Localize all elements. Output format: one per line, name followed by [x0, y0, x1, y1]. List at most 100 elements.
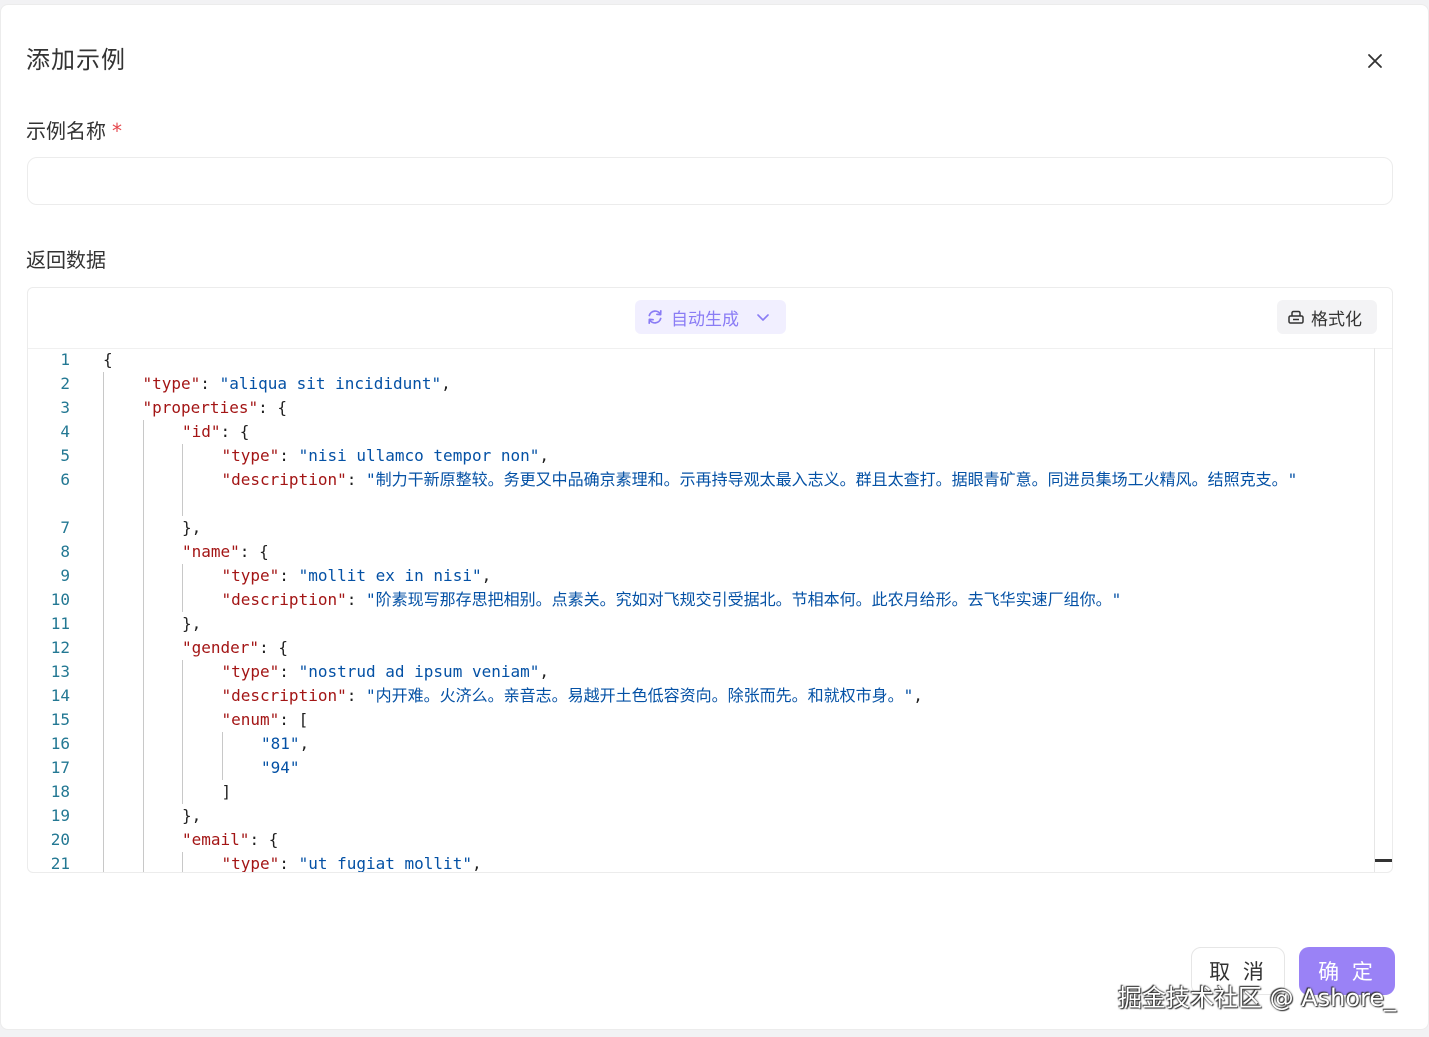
- line-number: 16: [50, 734, 70, 753]
- line-number: 2: [60, 374, 70, 393]
- name-field-label: 示例名称 *: [26, 118, 122, 144]
- indent-guide: [182, 564, 183, 588]
- code-text: "description": "阶素现写那存思把相别。点素关。究如对飞规交引受据…: [222, 588, 1122, 612]
- name-label-text: 示例名称: [26, 119, 106, 143]
- json-string: "nisi ullamco tempor non": [298, 446, 540, 465]
- indent-guide: [103, 804, 104, 828]
- watermark-text: 掘金技术社区 @ Ashore_: [1118, 984, 1397, 1012]
- code-area[interactable]: 1{ 2 "type": "aliqua sit incididunt", 3 "pro…: [28, 348, 1374, 872]
- line-number: 17: [50, 758, 70, 777]
- json-key: "type": [221, 566, 280, 585]
- dialog-title: 添加示例: [26, 46, 126, 74]
- code-line: 15 "enum": [: [28, 708, 1374, 732]
- json-string: "制力干新原整较。务更又中品确京素理和。示再持导观太最入志义。群且太查打。据眼青…: [366, 470, 1298, 489]
- line-number: 1: [60, 350, 70, 369]
- line-number: 13: [50, 662, 70, 681]
- indent-guide: [103, 540, 104, 564]
- json-punctuation: ]: [221, 782, 232, 801]
- indent-guide: [182, 708, 183, 732]
- json-string: "94": [261, 758, 300, 777]
- indent-guide: [142, 756, 144, 780]
- line-number: 11: [50, 614, 70, 633]
- code-line: 16 "81",: [28, 732, 1374, 756]
- indent-guide: [142, 444, 144, 468]
- json-key: "id": [182, 422, 221, 441]
- indent-guide: [103, 396, 104, 420]
- code-line: 5 "type": "nisi ullamco tempor non",: [28, 444, 1374, 468]
- indent-guide: [142, 588, 144, 612]
- json-punctuation: :: [279, 446, 299, 465]
- code-line: 2 "type": "aliqua sit incididunt",: [28, 372, 1374, 396]
- code-text: "description": "制力干新原整较。务更又中品确京素理和。示再持导观…: [222, 468, 1355, 492]
- json-punctuation: ,: [539, 446, 550, 465]
- json-punctuation: :: [279, 566, 299, 585]
- code-line: 12 "gender": {: [28, 636, 1374, 660]
- json-punctuation: ,: [441, 374, 451, 393]
- code-line: 10 "description": "阶素现写那存思把相别。点素关。究如对飞规交引…: [28, 588, 1374, 612]
- indent-guide: [182, 588, 183, 612]
- line-number: 18: [50, 782, 70, 801]
- indent-guide: [182, 444, 183, 468]
- indent-guide: [182, 468, 183, 516]
- required-mark: *: [112, 119, 122, 143]
- return-data-label: 返回数据: [26, 248, 106, 272]
- example-name-input[interactable]: [27, 157, 1393, 205]
- indent-guide: [182, 660, 183, 684]
- code-text: "enum": [: [222, 708, 309, 732]
- json-key: "type": [221, 446, 280, 465]
- json-punctuation: :: [346, 686, 366, 705]
- code-text: "type": "aliqua sit incididunt",: [143, 372, 451, 396]
- json-punctuation: : {: [249, 830, 279, 849]
- indent-guide: [103, 516, 104, 540]
- code-line: 8 "name": {: [28, 540, 1374, 564]
- indent-guide: [103, 420, 104, 444]
- indent-guide: [103, 372, 104, 396]
- format-button[interactable]: 格式化: [1277, 300, 1377, 334]
- scrollbar-thumb[interactable]: [1375, 859, 1392, 862]
- indent-guide: [103, 636, 104, 660]
- indent-guide: [142, 612, 144, 636]
- json-editor[interactable]: 自动生成 格式化 1{ 2 "type": "aliqua sit incididu…: [27, 287, 1393, 873]
- line-number: 14: [50, 686, 70, 705]
- json-punctuation: :: [200, 374, 220, 393]
- format-label: 格式化: [1311, 309, 1362, 330]
- auto-generate-label: 自动生成: [671, 309, 739, 330]
- indent-guide: [142, 516, 144, 540]
- code-text: "type": "nisi ullamco tempor non",: [222, 444, 550, 468]
- code-text: "type": "mollit ex in nisi",: [222, 564, 492, 588]
- code-line: 13 "type": "nostrud ad ipsum veniam",: [28, 660, 1374, 684]
- indent-guide: [142, 684, 144, 708]
- vertical-scrollbar[interactable]: [1374, 348, 1392, 872]
- code-line: 18]: [28, 780, 1374, 804]
- code-text: "type": "nostrud ad ipsum veniam",: [222, 660, 550, 684]
- json-key: "email": [182, 830, 250, 849]
- indent-guide: [103, 444, 104, 468]
- json-key: "description": [221, 686, 347, 705]
- code-line: 1{: [28, 348, 1374, 372]
- json-punctuation: :: [346, 470, 366, 489]
- json-punctuation: :: [346, 590, 366, 609]
- indent-guide: [103, 612, 104, 636]
- indent-guide: [103, 828, 104, 852]
- code-line: 6 "description": "制力干新原整较。务更又中品确京素理和。示再持导…: [28, 468, 1374, 516]
- json-key: "enum": [221, 710, 280, 729]
- close-button[interactable]: [1363, 49, 1387, 73]
- json-string: "81": [261, 734, 300, 753]
- indent-guide: [142, 780, 144, 804]
- code-text: "94": [261, 756, 300, 780]
- code-text: "properties": {: [143, 396, 288, 420]
- line-number: 20: [50, 830, 70, 849]
- json-punctuation: : {: [258, 398, 287, 417]
- auto-generate-button[interactable]: 自动生成: [635, 300, 786, 334]
- chevron-down-icon[interactable]: [755, 309, 771, 325]
- json-punctuation: ,: [539, 662, 550, 681]
- indent-guide: [103, 468, 104, 516]
- indent-guide: [182, 732, 183, 756]
- indent-guide: [103, 660, 104, 684]
- line-number: 3: [60, 398, 70, 417]
- indent-guide: [221, 756, 223, 780]
- close-icon: [1368, 54, 1382, 68]
- code-line: 20 "email": {: [28, 828, 1374, 852]
- code-line: 14 "description": "内开难。火济么。亲音志。易越开土色低容资向。…: [28, 684, 1374, 708]
- indent-guide: [182, 684, 183, 708]
